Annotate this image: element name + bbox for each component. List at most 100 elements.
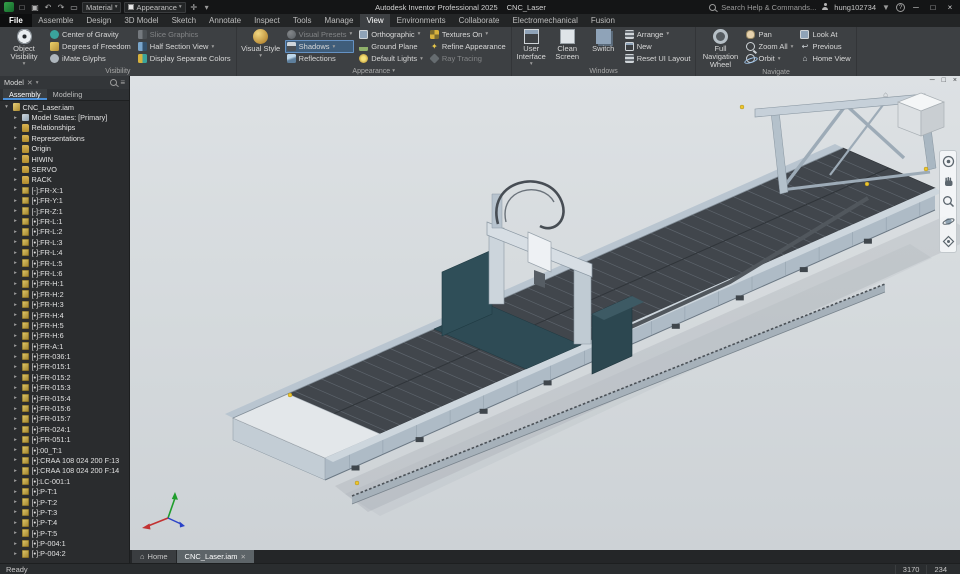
tree-item[interactable]: ▸ [•]:FR-015:4: [0, 393, 129, 403]
tree-item[interactable]: ▸ [•]:P-004:1: [0, 538, 129, 548]
new-document-icon[interactable]: □: [17, 2, 27, 13]
half-section-view-button[interactable]: Half Section View ▾: [136, 40, 233, 52]
expander-icon[interactable]: ▸: [12, 364, 19, 370]
viewcube-home-icon[interactable]: ⌂: [883, 90, 888, 99]
expander-icon[interactable]: ▸: [12, 333, 19, 339]
expander-icon[interactable]: ▸: [12, 541, 19, 547]
visual-presets-button[interactable]: Visual Presets ▾: [285, 28, 355, 40]
expander-icon[interactable]: ▸: [12, 322, 19, 328]
expander-icon[interactable]: ▸: [12, 530, 19, 536]
display-separate-colors-button[interactable]: Display Separate Colors: [136, 53, 233, 65]
tree-item[interactable]: ▸ [•]:P-T:5: [0, 528, 129, 538]
tree-item[interactable]: ▸ Origin: [0, 144, 129, 154]
tree-item[interactable]: ▸ [•]:FR-H:5: [0, 320, 129, 330]
tab-fusion[interactable]: Fusion: [584, 14, 621, 27]
tree-item[interactable]: ▸ [•]:00_T:1: [0, 445, 129, 455]
expander-icon[interactable]: ▸: [12, 478, 19, 484]
expander-icon[interactable]: ▸: [12, 385, 19, 391]
expander-icon[interactable]: ▸: [12, 260, 19, 266]
tab-assemble[interactable]: Assemble: [32, 14, 80, 27]
expander-icon[interactable]: ▸: [12, 395, 19, 401]
expander-icon[interactable]: ▸: [12, 250, 19, 256]
tree-item[interactable]: ▸ [•]:P-T:4: [0, 518, 129, 528]
full-navigation-wheel-button[interactable]: Full Navigation Wheel: [699, 28, 741, 69]
tree-item[interactable]: ▸ Relationships: [0, 123, 129, 133]
expander-icon[interactable]: ▸: [12, 135, 19, 141]
graphics-viewport[interactable]: ─ □ × ⌂: [130, 76, 960, 550]
tree-item[interactable]: ▸ [•]:FR-015:2: [0, 372, 129, 382]
expander-icon[interactable]: ▸: [12, 198, 19, 204]
tree-item[interactable]: ▸ [•]:CRAA 108 024 200 F:13: [0, 455, 129, 465]
close-tab-icon[interactable]: ✕: [240, 553, 245, 561]
tab-manage[interactable]: Manage: [318, 14, 360, 27]
tree-item[interactable]: ▸ [•]:FR-L:2: [0, 227, 129, 237]
tab-collaborate[interactable]: Collaborate: [452, 14, 506, 27]
tree-item[interactable]: ▸ [•]:FR-015:7: [0, 414, 129, 424]
expander-icon[interactable]: ▸: [12, 177, 19, 183]
refine-appearance-button[interactable]: ✦ Refine Appearance: [428, 40, 508, 52]
expander-icon[interactable]: ▸: [12, 416, 19, 422]
tab-modeling[interactable]: Modeling: [47, 89, 89, 100]
imate-glyphs-button[interactable]: iMate Glyphs: [48, 53, 133, 65]
tree-item[interactable]: ▸ Representations: [0, 133, 129, 143]
expander-icon[interactable]: ▸: [12, 229, 19, 235]
expander-icon[interactable]: ▸: [12, 302, 19, 308]
tree-item[interactable]: ▸ [•]:CRAA 108 024 200 F:14: [0, 466, 129, 476]
reflections-button[interactable]: Reflections: [285, 53, 355, 65]
help-icon[interactable]: ?: [896, 2, 905, 12]
visual-style-button[interactable]: Visual Style ▾: [240, 28, 282, 60]
tree-item[interactable]: ▸ [•]:FR-H:6: [0, 331, 129, 341]
tab-design[interactable]: Design: [80, 14, 118, 27]
expander-icon[interactable]: ▸: [12, 447, 19, 453]
browser-menu-icon[interactable]: ≡: [120, 78, 125, 87]
expander-icon[interactable]: ▸: [12, 437, 19, 443]
tree-item[interactable]: ▸ [•]:FR-L:5: [0, 258, 129, 268]
tab-3d-model[interactable]: 3D Model: [118, 14, 165, 27]
expander-icon[interactable]: ▸: [12, 270, 19, 276]
tab-inspect[interactable]: Inspect: [248, 14, 287, 27]
tree-item[interactable]: ▸ [•]:P-004:2: [0, 549, 129, 559]
tree-item[interactable]: ▸ [•]:FR-L:1: [0, 216, 129, 226]
center-of-gravity-button[interactable]: Center of Gravity: [48, 28, 133, 40]
minimize-icon[interactable]: ─: [910, 3, 922, 12]
expander-icon[interactable]: ▸: [12, 509, 19, 515]
tab-home[interactable]: ⌂ Home: [132, 550, 176, 563]
tree-item[interactable]: ▸ [•]:FR-H:3: [0, 299, 129, 309]
expander-icon[interactable]: ▸: [12, 520, 19, 526]
tree-item[interactable]: ▸ [•]:P-T:2: [0, 497, 129, 507]
expander-icon[interactable]: ▸: [12, 406, 19, 412]
shadows-button[interactable]: Shadows ▾: [284, 40, 355, 53]
tree-item[interactable]: ▸ [•]:FR-051:1: [0, 435, 129, 445]
search-help-field[interactable]: Search Help & Commands...: [721, 3, 816, 12]
tree-item[interactable]: ▸ [•]:FR-A:1: [0, 341, 129, 351]
expander-icon[interactable]: ▸: [12, 146, 19, 152]
arrange-button[interactable]: Arrange ▾: [623, 28, 693, 40]
pan-hand-icon[interactable]: [942, 175, 955, 188]
tree-item[interactable]: ▸ RACK: [0, 175, 129, 185]
new-window-button[interactable]: New: [623, 40, 693, 52]
tab-electromechanical[interactable]: Electromechanical: [506, 14, 584, 27]
search-icon[interactable]: [709, 3, 717, 11]
qat-dropdown-icon[interactable]: ▾: [202, 2, 212, 13]
tab-file[interactable]: File: [0, 14, 32, 27]
ray-tracing-button[interactable]: Ray Tracing: [428, 53, 508, 65]
tree-item[interactable]: ▸ [•]:LC-001:1: [0, 476, 129, 486]
expander-icon[interactable]: ▸: [12, 343, 19, 349]
tree-item[interactable]: ▸ [-]:FR-Z:1: [0, 206, 129, 216]
expander-icon[interactable]: ▸: [12, 291, 19, 297]
print-icon[interactable]: ▭: [69, 2, 79, 13]
expander-icon[interactable]: ▸: [12, 239, 19, 245]
look-at-icon[interactable]: [942, 235, 955, 248]
measure-icon[interactable]: ✛: [189, 2, 199, 13]
group-label-appearance[interactable]: Appearance ▾: [240, 66, 508, 76]
maximize-icon[interactable]: □: [927, 3, 939, 12]
tree-item[interactable]: ▸ [•]:FR-H:4: [0, 310, 129, 320]
object-visibility-button[interactable]: Object Visibility ▾: [3, 28, 45, 68]
viewport-restore-icon[interactable]: □: [942, 77, 946, 84]
default-lights-button[interactable]: Default Lights ▾: [357, 53, 425, 65]
expander-icon[interactable]: ▸: [12, 551, 19, 557]
material-dropdown[interactable]: Material ▾: [82, 1, 122, 13]
tree-item[interactable]: ▸ [•]:FR-015:1: [0, 362, 129, 372]
expander-icon[interactable]: ▸: [12, 374, 19, 380]
tree-item[interactable]: ▸ [•]:FR-L:6: [0, 268, 129, 278]
